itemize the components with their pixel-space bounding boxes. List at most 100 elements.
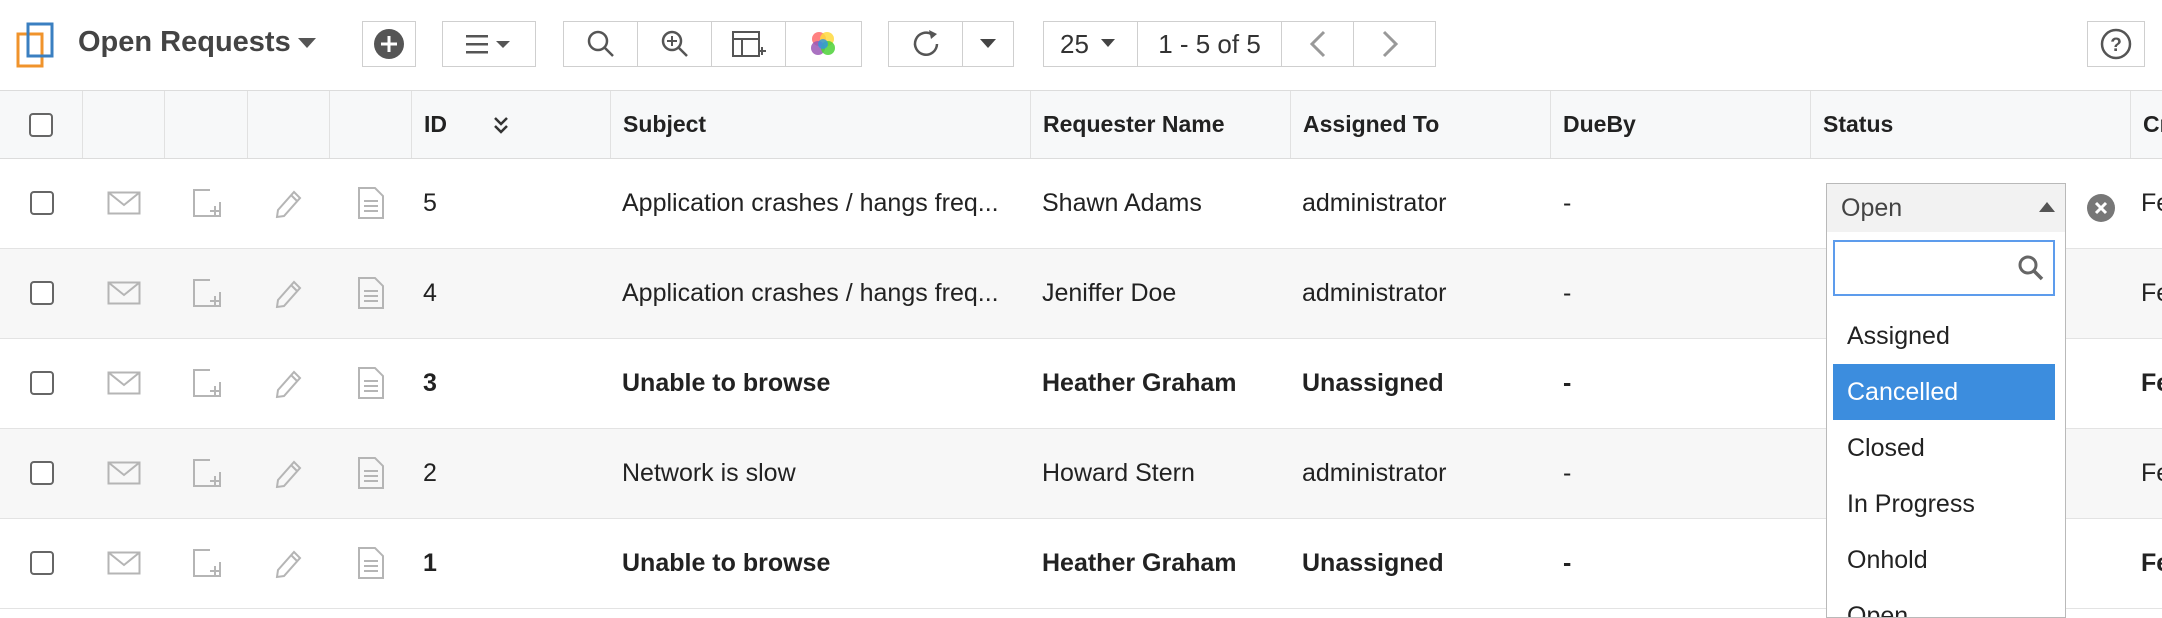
created-cell: Fe	[2141, 548, 2162, 577]
add-note-cell	[165, 249, 248, 337]
search-button[interactable]	[564, 22, 638, 66]
document-icon[interactable]	[356, 546, 386, 580]
requester-cell: Heather Graham	[1042, 368, 1237, 397]
zoom-button[interactable]	[638, 22, 712, 66]
header-status[interactable]: Status	[1811, 91, 2131, 158]
status-option[interactable]: Closed	[1833, 420, 2055, 476]
header-select-all	[0, 91, 83, 158]
header-status-label: Status	[1823, 111, 1894, 137]
color-button[interactable]	[786, 22, 860, 66]
prev-page-button[interactable]	[1282, 22, 1354, 66]
add-request-button[interactable]	[362, 21, 416, 67]
add-note-icon[interactable]	[190, 366, 224, 400]
mail-icon[interactable]	[107, 191, 141, 215]
subject-cell[interactable]: Unable to browse	[622, 519, 1026, 607]
mail-icon[interactable]	[107, 371, 141, 395]
details-cell	[330, 159, 412, 247]
assigned-cell[interactable]: Unassigned	[1302, 519, 1547, 607]
row-checkbox[interactable]	[29, 461, 54, 485]
assigned-cell[interactable]: administrator	[1302, 159, 1547, 247]
header-requester-label: Requester Name	[1043, 111, 1225, 137]
assigned-cell[interactable]: administrator	[1302, 429, 1547, 517]
clear-icon	[2087, 194, 2115, 222]
subject-cell[interactable]: Unable to browse	[622, 339, 1026, 427]
details-cell	[330, 429, 412, 517]
header-dueby[interactable]: DueBy	[1551, 91, 1811, 158]
assigned-cell[interactable]: Unassigned	[1302, 339, 1547, 427]
add-note-icon[interactable]	[190, 186, 224, 220]
view-title[interactable]: Open Requests	[78, 26, 291, 59]
subject-cell[interactable]: Application crashes / hangs freq...	[622, 249, 1026, 337]
status-option[interactable]: In Progress	[1833, 476, 2055, 532]
sort-icon[interactable]	[493, 115, 509, 135]
add-note-cell	[165, 339, 248, 427]
edit-icon[interactable]	[272, 456, 306, 490]
menu-icon	[466, 35, 510, 54]
id-cell[interactable]: 1	[423, 519, 603, 607]
add-note-icon[interactable]	[190, 546, 224, 580]
next-page-button[interactable]	[1354, 22, 1426, 66]
id-cell[interactable]: 3	[423, 339, 603, 427]
id-cell[interactable]: 5	[423, 159, 603, 247]
add-note-icon[interactable]	[190, 456, 224, 490]
per-page-select[interactable]: 25	[1044, 22, 1138, 66]
row-select-cell	[0, 249, 83, 337]
add-note-icon[interactable]	[190, 276, 224, 310]
per-page-value: 25	[1060, 28, 1089, 59]
header-blank-3	[248, 91, 330, 158]
header-blank-4	[330, 91, 412, 158]
status-option[interactable]: Assigned	[1833, 308, 2055, 364]
header-created[interactable]: Cr	[2131, 91, 2162, 158]
chevron-down-icon	[980, 39, 996, 48]
id-cell[interactable]: 2	[423, 429, 603, 517]
header-assigned-label: Assigned To	[1303, 111, 1440, 137]
logo-icon	[16, 22, 54, 68]
created-cell: Fe	[2141, 458, 2162, 487]
clear-status-button[interactable]	[2078, 183, 2124, 233]
status-option[interactable]: Open	[1833, 588, 2055, 618]
reply-cell	[83, 339, 165, 427]
header-requester[interactable]: Requester Name	[1031, 91, 1291, 158]
mail-icon[interactable]	[107, 281, 141, 305]
assigned-cell[interactable]: administrator	[1302, 249, 1547, 337]
row-select-cell	[0, 159, 83, 247]
view-tools-group	[563, 21, 862, 67]
view-dropdown-icon[interactable]	[298, 38, 316, 50]
row-checkbox[interactable]	[29, 281, 54, 305]
row-checkbox[interactable]	[29, 371, 54, 395]
refresh-button[interactable]	[889, 22, 963, 66]
pagination-text: 1 - 5 of 5	[1158, 28, 1261, 59]
toolbar: Open Requests 25 1 - 5 of 5 ?	[0, 0, 2162, 90]
document-icon[interactable]	[356, 276, 386, 310]
subject-cell[interactable]: Application crashes / hangs freq...	[622, 159, 1026, 247]
header-id[interactable]: ID	[412, 91, 611, 158]
status-search-input[interactable]	[1843, 242, 2017, 294]
edit-icon[interactable]	[272, 186, 306, 220]
mail-icon[interactable]	[107, 461, 141, 485]
row-checkbox[interactable]	[29, 191, 54, 215]
edit-icon[interactable]	[272, 546, 306, 580]
document-icon[interactable]	[356, 366, 386, 400]
status-option[interactable]: Onhold	[1833, 532, 2055, 588]
refresh-options-button[interactable]	[963, 22, 1013, 66]
header-subject[interactable]: Subject	[611, 91, 1031, 158]
document-icon[interactable]	[356, 456, 386, 490]
header-assigned[interactable]: Assigned To	[1291, 91, 1551, 158]
subject-cell[interactable]: Network is slow	[622, 429, 1026, 517]
edit-icon[interactable]	[272, 276, 306, 310]
document-icon[interactable]	[356, 186, 386, 220]
dueby-cell: -	[1563, 188, 1572, 217]
edit-icon[interactable]	[272, 366, 306, 400]
add-note-cell	[165, 159, 248, 247]
status-select[interactable]: Open	[1826, 183, 2066, 233]
select-all-checkbox[interactable]	[29, 112, 53, 137]
header-dueby-label: DueBy	[1563, 111, 1636, 137]
actions-menu-button[interactable]	[442, 21, 536, 67]
columns-button[interactable]	[712, 22, 786, 66]
add-note-cell	[165, 519, 248, 607]
id-cell[interactable]: 4	[423, 249, 603, 337]
help-button[interactable]: ?	[2087, 21, 2145, 67]
status-option[interactable]: Cancelled	[1833, 364, 2055, 420]
row-checkbox[interactable]	[29, 551, 54, 575]
mail-icon[interactable]	[107, 551, 141, 575]
